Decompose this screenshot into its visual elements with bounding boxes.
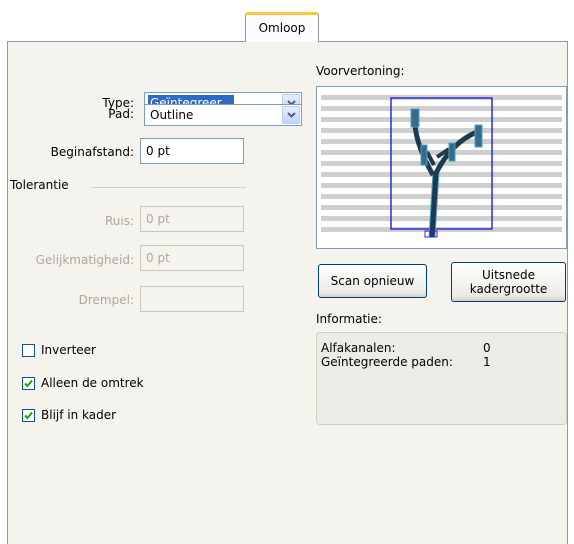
preview-image [321,95,562,238]
pad-label: Pad: [108,107,134,121]
ruis-field[interactable]: 0 pt [140,206,244,232]
inverteer-checkbox[interactable] [22,344,35,357]
informatie-box: Alfakanalen: 0 Geïntegreerde paden: 1 [316,332,567,425]
paden-value: 1 [483,355,491,369]
gelijkmatigheid-field[interactable]: 0 pt [140,245,244,271]
blijf-in-kader-checkbox[interactable] [22,409,35,422]
alfakanalen-label: Alfakanalen: [321,341,396,355]
uitsnede-line1: Uitsnede [481,268,536,282]
inverteer-label[interactable]: Inverteer [41,343,96,357]
scan-opnieuw-button[interactable]: Scan opnieuw [318,264,427,298]
alleen-omtrek-label[interactable]: Alleen de omtrek [41,376,144,390]
tab-omloop[interactable]: Omloop [245,12,319,42]
beginafstand-field[interactable]: 0 pt [140,138,244,164]
uitsnede-line2: kadergrootte [469,282,548,296]
beginafstand-label: Beginafstand: [50,145,134,159]
pad-value: Outline [150,108,194,122]
drempel-label: Drempel: [78,293,134,307]
tolerantie-divider [92,187,246,188]
checkmark-icon [24,379,33,388]
checkmark-icon [24,411,33,420]
informatie-title: Informatie: [316,312,382,326]
paden-label: Geïntegreerde paden: [321,355,453,369]
ruis-label: Ruis: [104,214,134,228]
drempel-field[interactable] [140,286,244,312]
preview-area [316,86,567,249]
blijf-in-kader-label[interactable]: Blijf in kader [41,408,116,422]
uitsnede-kadergrootte-button[interactable]: Uitsnede kadergrootte [451,262,566,302]
tolerantie-title: Tolerantie [10,178,69,192]
alleen-omtrek-checkbox[interactable] [22,377,35,390]
preview-title: Voorvertoning: [316,64,405,78]
pad-select[interactable]: Outline [144,104,302,126]
gelijkmatigheid-label: Gelijkmatigheid: [35,253,134,267]
alfakanalen-value: 0 [483,341,491,355]
chevron-down-icon[interactable] [282,106,300,124]
